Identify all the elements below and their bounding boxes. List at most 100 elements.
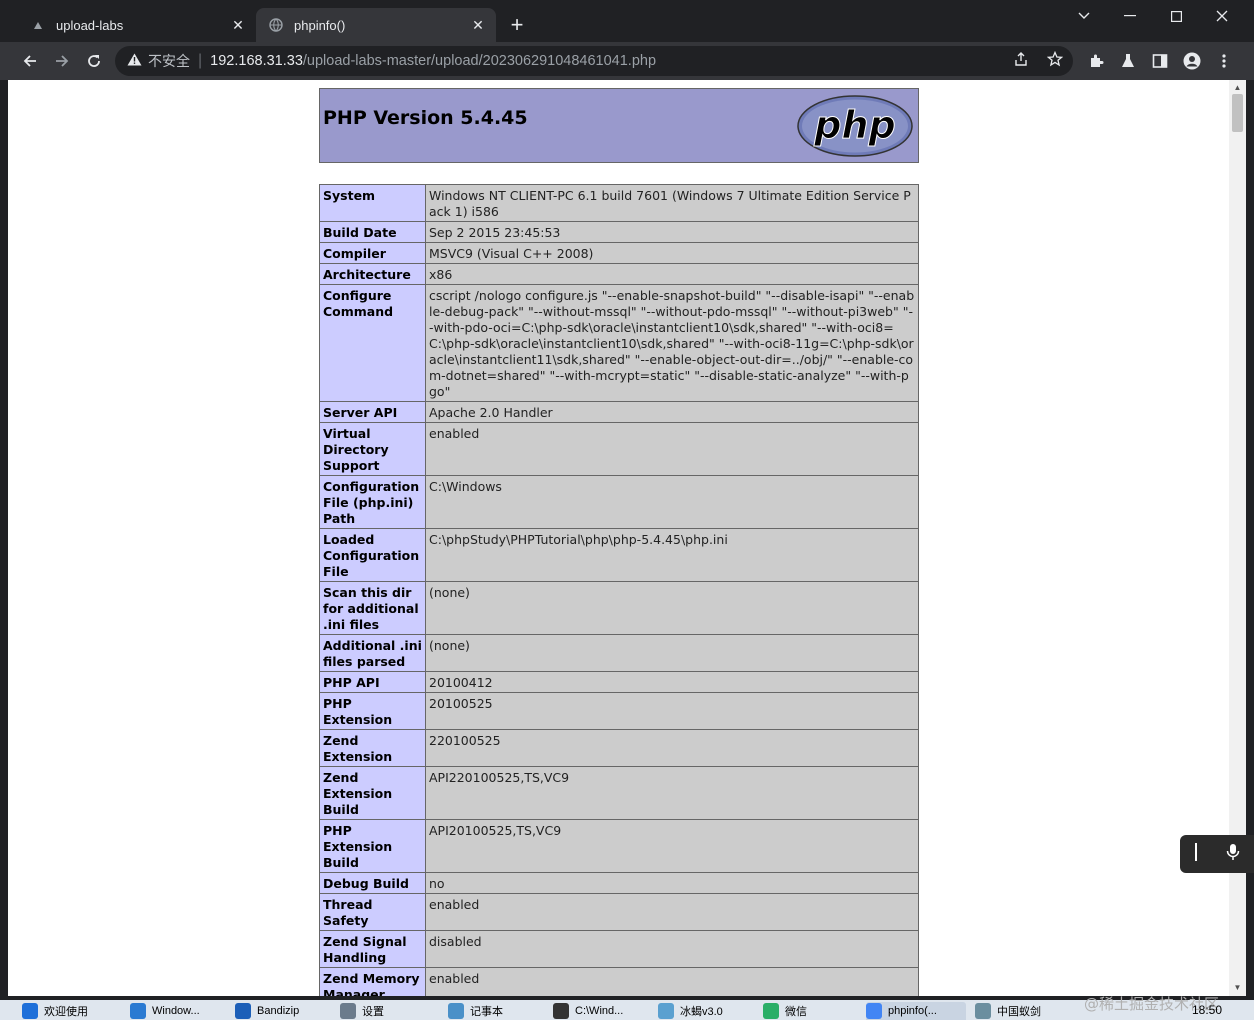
row-value: disabled xyxy=(425,930,919,968)
table-row: Configuration File (php.ini) Path C:\Wind… xyxy=(319,475,919,529)
voice-input-widget[interactable] xyxy=(1180,835,1254,873)
app-icon xyxy=(130,1003,146,1019)
taskbar-item[interactable]: C:\Wind... xyxy=(553,1002,653,1020)
taskbar-item[interactable]: 中国蚁剑 xyxy=(975,1002,1075,1020)
menu-icon[interactable] xyxy=(1212,49,1236,73)
taskbar-item[interactable]: 冰蝎v3.0 xyxy=(658,1002,758,1020)
table-row: Configure Command cscript /nologo configu… xyxy=(319,284,919,402)
row-value: (none) xyxy=(425,634,919,672)
row-value: 220100525 xyxy=(425,729,919,767)
table-row: PHP API 20100412 xyxy=(319,671,919,693)
taskbar-item-label: 微信 xyxy=(785,1006,807,1018)
extensions-icon[interactable] xyxy=(1084,49,1108,73)
row-label: Configure Command xyxy=(319,284,426,402)
app-icon xyxy=(866,1003,882,1019)
maximize-button[interactable] xyxy=(1156,4,1196,28)
row-value: Windows NT CLIENT-PC 6.1 build 7601 (Win… xyxy=(425,184,919,222)
row-label: Debug Build xyxy=(319,872,426,894)
taskbar-item[interactable]: 记事本 xyxy=(448,1002,548,1020)
taskbar-item[interactable]: 欢迎使用 xyxy=(22,1002,122,1020)
table-row: Additional .ini files parsed (none) xyxy=(319,634,919,672)
app-icon xyxy=(763,1003,779,1019)
row-label: PHP Extension Build xyxy=(319,819,426,873)
taskbar-item-label: 中国蚁剑 xyxy=(997,1006,1041,1018)
share-icon[interactable] xyxy=(1013,51,1029,72)
taskbar-item[interactable]: Bandizip xyxy=(235,1002,335,1020)
row-label: Virtual Directory Support xyxy=(319,422,426,476)
row-value: API220100525,TS,VC9 xyxy=(425,766,919,820)
taskbar-item-label: 记事本 xyxy=(470,1006,503,1018)
row-label: PHP API xyxy=(319,671,426,693)
scroll-thumb[interactable] xyxy=(1232,94,1243,132)
tab-search-icon[interactable] xyxy=(1064,4,1104,28)
taskbar-item[interactable]: 微信 xyxy=(763,1002,863,1020)
row-label: System xyxy=(319,184,426,222)
row-label: Server API xyxy=(319,401,426,423)
url-host: 192.168.31.33 xyxy=(210,53,303,69)
flask-icon[interactable] xyxy=(1116,49,1140,73)
new-tab-button[interactable]: + xyxy=(505,14,529,38)
globe-icon xyxy=(268,17,284,33)
row-value: C:\Windows xyxy=(425,475,919,529)
row-value: Apache 2.0 Handler xyxy=(425,401,919,423)
row-label: Additional .ini files parsed xyxy=(319,634,426,672)
row-value: x86 xyxy=(425,263,919,285)
tab-title: phpinfo() xyxy=(294,17,346,33)
row-value: enabled xyxy=(425,893,919,931)
minimize-button[interactable] xyxy=(1110,4,1150,28)
reload-button[interactable] xyxy=(82,49,106,73)
row-label: PHP Extension xyxy=(319,692,426,730)
app-icon xyxy=(235,1003,251,1019)
row-value: MSVC9 (Visual C++ 2008) xyxy=(425,242,919,264)
address-bar[interactable]: 不安全 | 192.168.31.33 /upload-labs-master/… xyxy=(115,46,1073,76)
table-row: Loaded Configuration File C:\phpStudy\PHP… xyxy=(319,528,919,582)
row-label: Architecture xyxy=(319,263,426,285)
php-info-table: System Windows NT CLIENT-PC 6.1 build 760… xyxy=(319,184,919,996)
browser-toolbar: 不安全 | 192.168.31.33 /upload-labs-master/… xyxy=(0,42,1254,80)
taskbar-item-label: C:\Wind... xyxy=(575,1005,624,1017)
taskbar-item-label: phpinfo(... xyxy=(888,1005,937,1017)
app-icon xyxy=(448,1003,464,1019)
bookmark-star-icon[interactable] xyxy=(1046,50,1064,72)
row-value: enabled xyxy=(425,967,919,996)
profile-icon[interactable] xyxy=(1180,49,1204,73)
taskbar-item[interactable]: Window... xyxy=(130,1002,230,1020)
tab-phpinfo[interactable]: phpinfo() ✕ xyxy=(256,8,496,42)
table-row: Zend Extension 220100525 xyxy=(319,729,919,767)
taskbar-item-label: Window... xyxy=(152,1005,200,1017)
table-row: Build Date Sep 2 2015 23:45:53 xyxy=(319,221,919,243)
close-icon[interactable]: ✕ xyxy=(228,15,248,35)
php-logo: php xyxy=(797,95,913,157)
scroll-down-icon[interactable]: ▼ xyxy=(1229,982,1246,994)
row-value: (none) xyxy=(425,581,919,635)
back-button[interactable] xyxy=(18,49,42,73)
taskbar-item-label: Bandizip xyxy=(257,1005,300,1017)
table-row: System Windows NT CLIENT-PC 6.1 build 760… xyxy=(319,184,919,222)
close-window-button[interactable] xyxy=(1202,4,1242,28)
side-panel-icon[interactable] xyxy=(1148,49,1172,73)
row-label: Configuration File (php.ini) Path xyxy=(319,475,426,529)
scroll-up-icon[interactable]: ▲ xyxy=(1229,82,1246,94)
text-cursor-icon[interactable] xyxy=(1194,842,1198,866)
row-label: Build Date xyxy=(319,221,426,243)
taskbar-item-label: 设置 xyxy=(362,1006,384,1018)
row-value: enabled xyxy=(425,422,919,476)
url-path: /upload-labs-master/upload/2023062910484… xyxy=(302,53,657,69)
forward-button[interactable] xyxy=(50,49,74,73)
row-label: Zend Extension Build xyxy=(319,766,426,820)
app-icon xyxy=(975,1003,991,1019)
security-label[interactable]: 不安全 xyxy=(148,51,190,71)
taskbar-item-label: 冰蝎v3.0 xyxy=(680,1006,723,1018)
table-row: Zend Memory Manager enabled xyxy=(319,967,919,996)
taskbar-item[interactable]: 设置 xyxy=(340,1002,440,1020)
microphone-icon[interactable] xyxy=(1226,843,1240,866)
page-title: PHP Version 5.4.45 xyxy=(323,107,528,129)
table-row: Compiler MSVC9 (Visual C++ 2008) xyxy=(319,242,919,264)
taskbar-item[interactable]: phpinfo(... xyxy=(866,1002,966,1020)
tab-upload-labs[interactable]: upload-labs ✕ xyxy=(18,8,256,42)
warning-icon[interactable] xyxy=(127,53,142,69)
close-icon[interactable]: ✕ xyxy=(468,15,488,35)
table-row: Architecture x86 xyxy=(319,263,919,285)
row-value: cscript /nologo configure.js "--enable-s… xyxy=(425,284,919,402)
row-label: Compiler xyxy=(319,242,426,264)
